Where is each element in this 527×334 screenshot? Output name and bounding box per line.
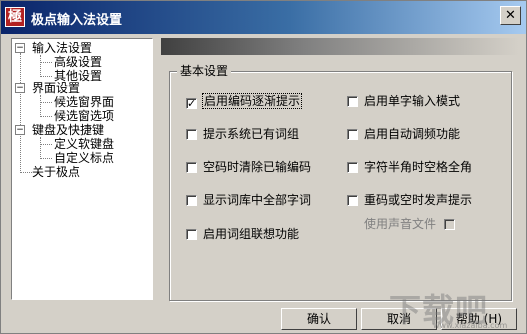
tree-collapse-icon[interactable]: − [15,43,25,53]
window-title: 极点输入法设置 [31,13,123,28]
ok-button[interactable]: 确认 [281,308,357,330]
option-fullwidth-space[interactable]: 字符半角时空格全角 [347,161,472,174]
option-auto-frequency[interactable]: 启用自动调频功能 [347,128,460,141]
option-system-phrase-hint[interactable]: 提示系统已有词组 [186,128,299,141]
option-label: 空码时清除已输编码 [203,160,312,174]
tree-branch-line [40,116,52,117]
checkbox-icon[interactable] [186,229,197,240]
checkbox-icon[interactable] [186,129,197,140]
app-logo-icon: 極 [5,7,25,27]
checkbox-icon[interactable] [347,162,358,173]
tree-item-about[interactable]: 关于极点 [32,165,80,179]
section-header-banner [161,38,519,55]
option-label: 启用自动调频功能 [364,127,461,141]
tree-branch-line [20,172,32,173]
option-use-sound-file: 使用声音文件 [364,217,456,231]
tree-item-ui-settings[interactable]: 界面设置 [32,81,80,95]
checkbox-icon[interactable] [347,96,358,107]
option-phrase-association[interactable]: 启用词组联想功能 [186,228,299,241]
tree-branch-line [40,95,41,117]
tree-item-candidate-ui[interactable]: 候选窗界面 [54,95,114,109]
option-clear-empty-code[interactable]: 空码时清除已输编码 [186,161,311,174]
option-label: 启用编码逐渐提示 [201,93,303,109]
option-label: 启用词组联想功能 [203,227,300,241]
option-single-char-mode[interactable]: 启用单字输入模式 [347,95,460,108]
settings-window: 極 极点输入法设置 ✕ − 输入法设置 高级设置 其他设置 − 界面设置 候选窗… [0,0,527,334]
option-code-hint[interactable]: ✓ 启用编码逐渐提示 [186,93,303,109]
tree-collapse-icon[interactable]: − [15,125,25,135]
tree-item-input-settings[interactable]: 输入法设置 [32,41,92,55]
tree-collapse-icon[interactable]: − [15,83,25,93]
tree-item-keyboard[interactable]: 键盘及快捷键 [32,123,104,137]
option-label: 重码或空时发声提示 [364,193,473,207]
tree-branch-line [40,102,52,103]
tree-branch-line [40,62,52,63]
option-sound-alert[interactable]: 重码或空时发声提示 [347,194,472,207]
site-watermark-url: www.xiazaiba.com [433,321,508,330]
option-label: 字符半角时空格全角 [364,160,473,174]
tree-item-soft-keyboard[interactable]: 定义软键盘 [54,137,114,151]
option-label: 提示系统已有词组 [203,127,300,141]
tree-branch-line [40,137,41,159]
option-label: 使用声音文件 [364,217,437,231]
close-button[interactable]: ✕ [500,6,521,25]
settings-tree: − 输入法设置 高级设置 其他设置 − 界面设置 候选窗界面 候选窗选项 − 键… [11,38,153,300]
tree-item-punctuation[interactable]: 自定义标点 [54,151,114,165]
tree-branch-line [40,144,52,145]
checkbox-icon[interactable] [347,129,358,140]
tree-branch-line [40,76,52,77]
option-show-all-words[interactable]: 显示词库中全部字词 [186,194,311,207]
checkbox-icon[interactable]: ✓ [186,98,197,109]
group-title: 基本设置 [177,62,232,79]
title-bar[interactable]: 極 极点输入法设置 ✕ [1,1,526,34]
checkbox-icon [444,219,456,230]
checkbox-icon[interactable] [186,162,197,173]
checkbox-icon[interactable] [186,195,197,206]
tree-item-candidate-options[interactable]: 候选窗选项 [54,109,114,123]
tree-item-advanced[interactable]: 高级设置 [54,55,102,69]
option-label: 显示词库中全部字词 [203,193,312,207]
tree-branch-line [40,158,52,159]
option-label: 启用单字输入模式 [364,94,461,108]
tree-root-line [20,53,21,171]
tree-branch-line [40,55,41,77]
checkbox-icon[interactable] [347,195,358,206]
